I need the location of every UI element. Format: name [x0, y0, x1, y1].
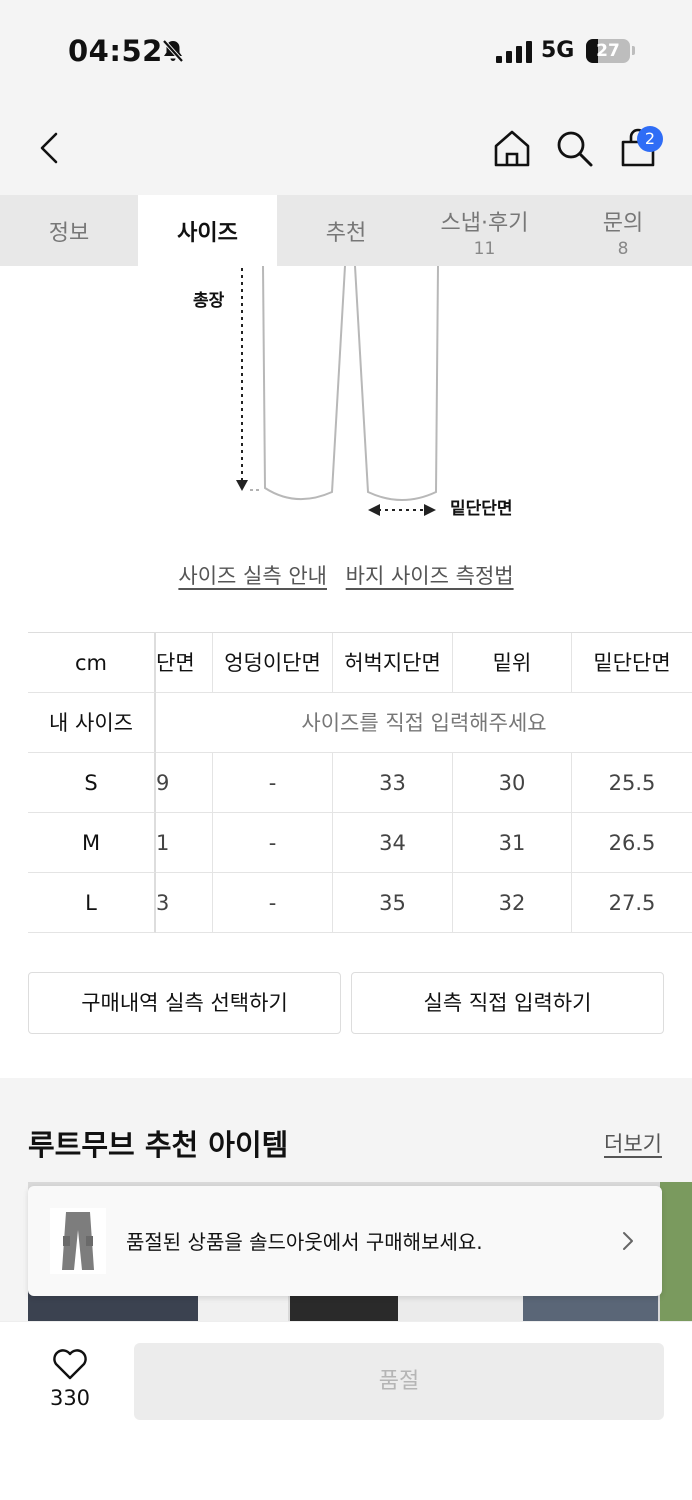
purchase-history-size-button[interactable]: 구매내역 실측 선택하기 — [28, 972, 341, 1034]
bell-off-icon — [162, 39, 184, 63]
tab-count: 8 — [617, 239, 629, 259]
total-length-label: 총장 — [193, 291, 225, 311]
tab-inquiry[interactable]: 문의 8 — [554, 195, 692, 266]
soldout-button[interactable]: 품절 — [134, 1343, 664, 1420]
size-guide-links: 사이즈 실측 안내 바지 사이즈 측정법 — [0, 560, 692, 590]
measure-guide-link[interactable]: 바지 사이즈 측정법 — [346, 564, 514, 588]
table-column-header: 허벅지단면 — [333, 633, 453, 693]
tab-label: 사이즈 — [177, 221, 238, 246]
table-cell: 35 — [333, 873, 453, 933]
table-cell: 3 — [156, 873, 213, 933]
status-bar: 04:52 5G 27 — [0, 0, 692, 100]
manual-size-input-button[interactable]: 실측 직접 입력하기 — [351, 972, 664, 1034]
battery-tip — [632, 46, 635, 55]
search-icon[interactable] — [554, 128, 594, 168]
size-diagram: 총장 밑단단면 — [0, 265, 692, 546]
product-thumbnail — [50, 1208, 106, 1274]
battery-level: 27 — [596, 41, 620, 61]
tab-label: 정보 — [48, 221, 90, 246]
tab-info[interactable]: 정보 — [0, 195, 138, 266]
table-cell: 26.5 — [572, 813, 692, 873]
table-unit-header: cm — [28, 633, 156, 693]
table-cell: 34 — [333, 813, 453, 873]
tab-recommend[interactable]: 추천 — [277, 195, 415, 266]
size-guide-link[interactable]: 사이즈 실측 안내 — [178, 564, 327, 588]
size-label-l: L — [28, 873, 156, 933]
table-cell: 9 — [156, 753, 213, 813]
table-column-header: 단면 — [156, 633, 213, 693]
tab-label: 스냅·후기 — [440, 211, 529, 236]
my-size-label: 내 사이즈 — [28, 693, 156, 753]
table-cell: 27.5 — [572, 873, 692, 933]
battery-icon: 27 — [586, 39, 630, 63]
cart-count-badge: 2 — [637, 126, 663, 152]
table-cell: 31 — [453, 813, 572, 873]
table-column-header: 밑단단면 — [572, 633, 692, 693]
back-arrow-icon[interactable] — [30, 128, 70, 168]
table-cell: 32 — [453, 873, 572, 933]
table-cell: - — [213, 873, 333, 933]
size-table: cm 단면 엉덩이단면 허벅지단면 밑위 밑단단면 내 사이즈 사이즈를 직접 … — [28, 632, 692, 933]
tab-count: 11 — [473, 239, 496, 259]
chevron-right-icon — [623, 1232, 633, 1250]
heart-icon[interactable] — [52, 1348, 88, 1380]
table-cell: - — [213, 813, 333, 873]
table-column-header: 엉덩이단면 — [213, 633, 333, 693]
recommend-section: 루트무브 추천 아이템 더보기 품절된 상품을 솔드아웃에서 구매해보세요. — [0, 1078, 692, 1321]
pants-diagram-illustration — [236, 265, 439, 516]
soldout-toast[interactable]: 품절된 상품을 솔드아웃에서 구매해보세요. — [28, 1186, 662, 1296]
product-tabs: 정보 사이즈 추천 스냅·후기 11 문의 8 — [0, 195, 692, 266]
recommend-title: 루트무브 추천 아이템 — [28, 1128, 289, 1162]
size-label-s: S — [28, 753, 156, 813]
size-label-m: M — [28, 813, 156, 873]
tab-snap-review[interactable]: 스냅·후기 11 — [415, 195, 554, 266]
table-cell: 25.5 — [572, 753, 692, 813]
top-navigation — [0, 100, 692, 195]
soldout-message: 품절된 상품을 솔드아웃에서 구매해보세요. — [126, 1230, 483, 1254]
tab-label: 문의 — [602, 211, 644, 236]
bottom-action-bar: 330 품절 — [0, 1321, 692, 1500]
table-cell: 33 — [333, 753, 453, 813]
table-cell: 30 — [453, 753, 572, 813]
table-cell: 1 — [156, 813, 213, 873]
tab-label: 추천 — [325, 221, 367, 246]
table-column-header: 밑위 — [453, 633, 572, 693]
network-type: 5G — [541, 38, 575, 63]
like-count: 330 — [49, 1386, 91, 1410]
my-size-input[interactable]: 사이즈를 직접 입력해주세요 — [156, 693, 692, 753]
status-time: 04:52 — [68, 34, 163, 68]
recommend-more-link[interactable]: 더보기 — [604, 1128, 662, 1158]
signal-icon — [496, 41, 532, 63]
hem-width-label: 밑단단면 — [450, 499, 513, 519]
table-cell: - — [213, 753, 333, 813]
tab-size[interactable]: 사이즈 — [138, 195, 277, 266]
home-icon[interactable] — [492, 128, 532, 168]
